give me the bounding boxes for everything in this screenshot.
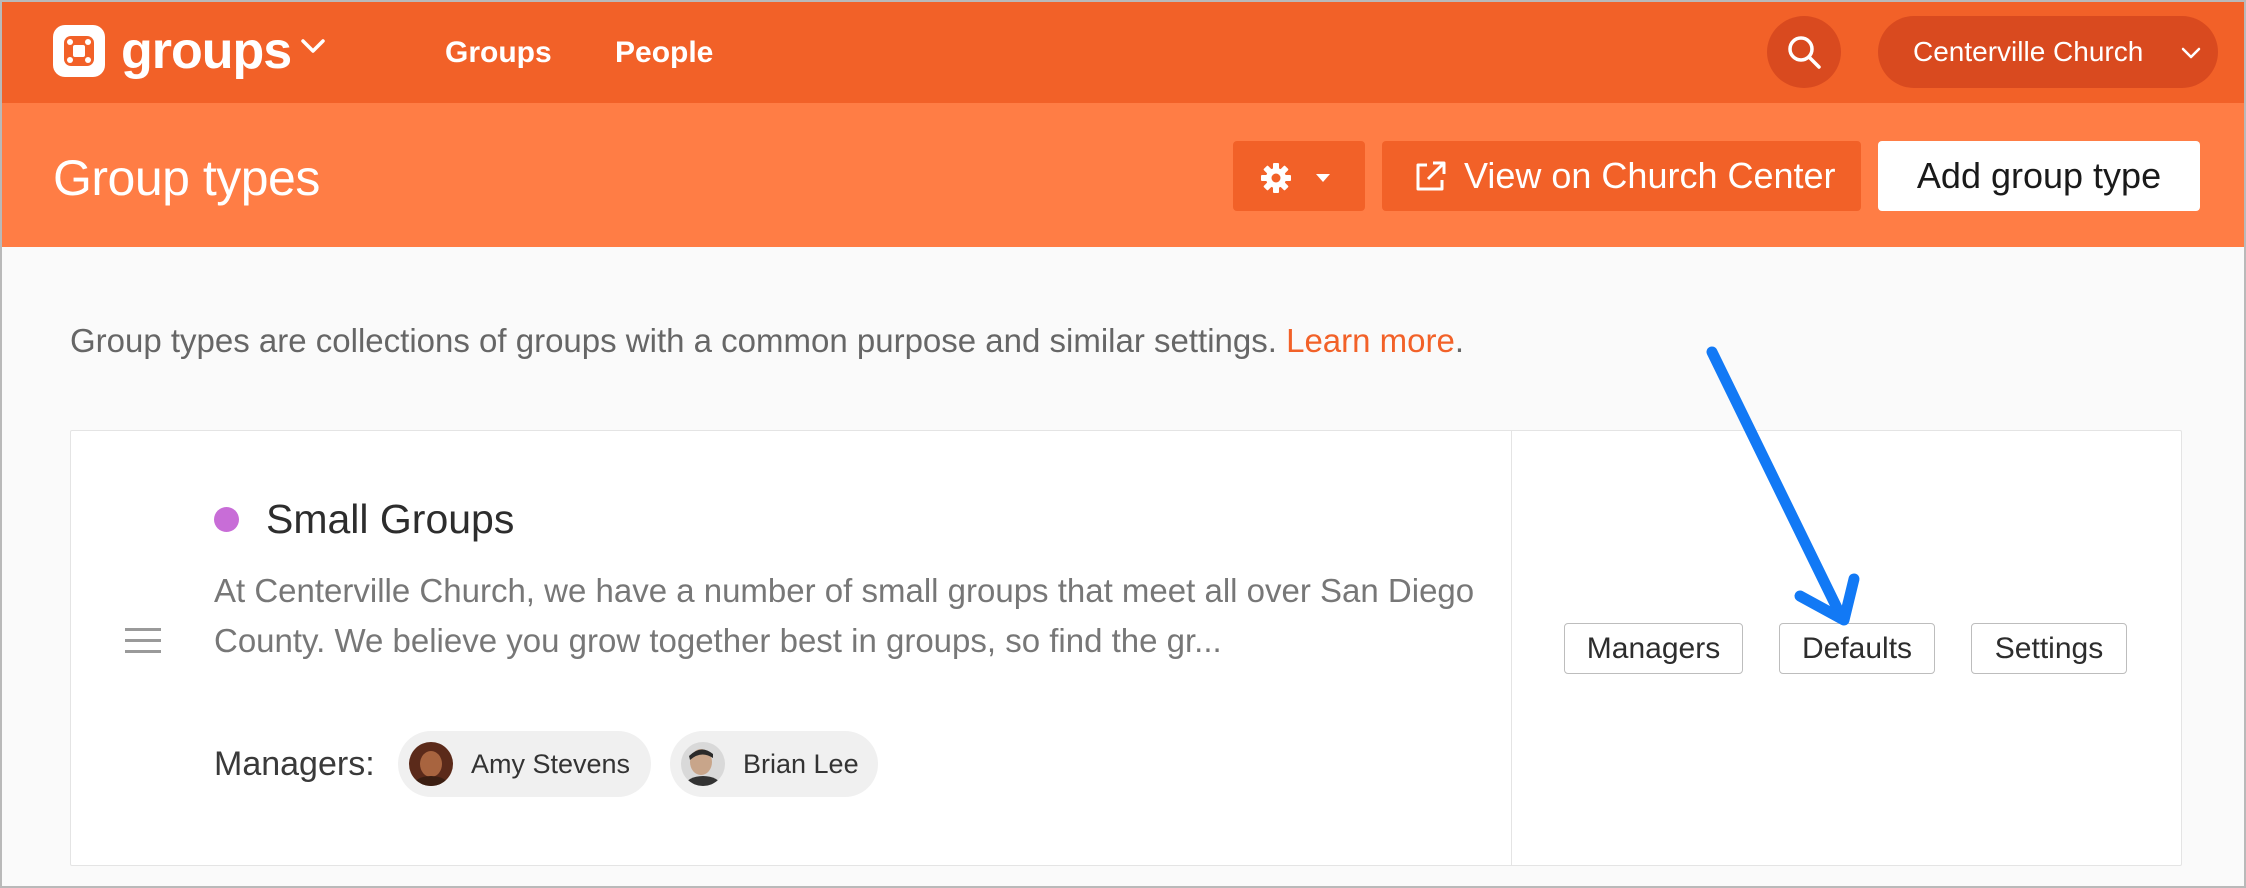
view-on-church-center-button[interactable]: View on Church Center: [1382, 141, 1861, 211]
search-button[interactable]: [1767, 16, 1841, 88]
group-type-description: At Centerville Church, we have a number …: [214, 572, 1475, 659]
manager-name: Brian Lee: [743, 749, 859, 779]
top-nav: groups Groups People Centerville Church: [2, 2, 2244, 103]
page-title: Group types: [53, 150, 320, 206]
organization-switcher[interactable]: Centerville Church: [1878, 16, 2218, 88]
card-divider: [1511, 431, 1512, 865]
organization-name: Centerville Church: [1913, 36, 2144, 67]
page-header: Group types View on Church Center Add gr…: [2, 103, 2244, 247]
avatar: [409, 742, 453, 786]
caret-down-icon: [1316, 174, 1330, 182]
main-content: Group types are collections of groups wi…: [2, 247, 2244, 886]
avatar: [681, 742, 725, 786]
manager-chip[interactable]: Amy Stevens: [398, 731, 651, 797]
manager-chip[interactable]: Brian Lee: [670, 731, 878, 797]
managers-label: Managers:: [214, 745, 375, 783]
managers-button[interactable]: Managers: [1564, 623, 1743, 674]
group-type-color-dot: [214, 507, 239, 532]
intro-period: .: [1454, 322, 1465, 359]
manager-name: Amy Stevens: [471, 749, 631, 779]
external-link-icon: [1416, 161, 1446, 191]
search-icon: [1788, 36, 1821, 69]
chevron-down-icon: [2181, 47, 2201, 59]
gear-icon: [1261, 163, 1291, 193]
chevron-down-icon[interactable]: [300, 38, 326, 56]
group-type-name[interactable]: Small Groups: [266, 493, 514, 545]
view-on-church-center-label: View on Church Center: [1464, 155, 1836, 196]
add-group-type-button[interactable]: Add group type: [1878, 141, 2200, 211]
nav-link-people[interactable]: People: [615, 28, 713, 78]
groups-logo-icon[interactable]: [53, 25, 105, 77]
defaults-button[interactable]: Defaults: [1779, 623, 1935, 674]
settings-button[interactable]: Settings: [1971, 623, 2127, 674]
drag-handle-icon[interactable]: [125, 628, 161, 654]
app-window: groups Groups People Centerville Church …: [0, 0, 2246, 888]
settings-menu-button[interactable]: [1233, 141, 1365, 211]
intro-sentence: Group types are collections of groups wi…: [70, 322, 1287, 359]
nav-link-groups[interactable]: Groups: [445, 28, 552, 78]
app-brand[interactable]: groups: [121, 16, 292, 86]
intro-text: Group types are collections of groups wi…: [70, 319, 1464, 363]
group-type-card: Small Groups At Centerville Church, we h…: [70, 430, 2182, 866]
learn-more-link[interactable]: Learn more: [1286, 322, 1455, 359]
